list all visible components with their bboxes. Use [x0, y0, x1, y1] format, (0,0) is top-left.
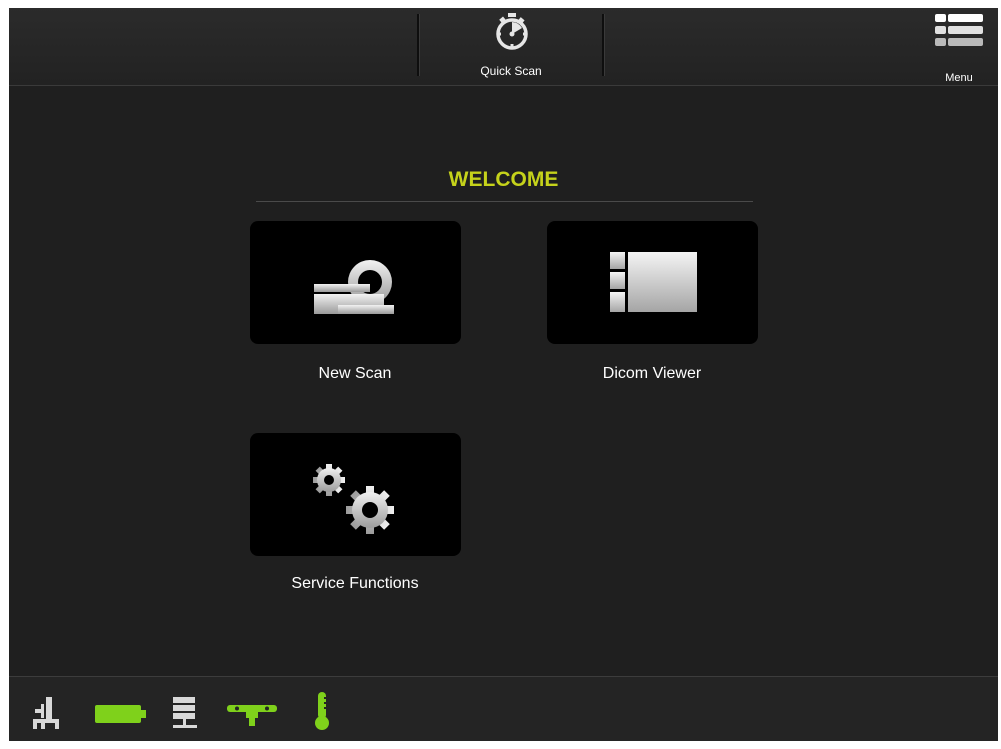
- image-viewer-icon: [610, 252, 697, 312]
- quick-scan-label: Quick Scan: [480, 64, 542, 78]
- gears-icon: [313, 464, 394, 534]
- new-scan-label: New Scan: [318, 365, 392, 382]
- dicom-viewer-label: Dicom Viewer: [602, 365, 702, 382]
- service-functions-button[interactable]: [250, 433, 461, 556]
- cooling-pipe-icon: [227, 705, 277, 726]
- service-functions-label: Service Functions: [291, 575, 419, 592]
- toolbar-divider: [417, 14, 419, 76]
- menu-button[interactable]: Menu: [929, 12, 989, 84]
- status-bar: [9, 676, 998, 741]
- server-network-icon: [173, 697, 197, 728]
- menu-list-icon: [935, 14, 983, 46]
- battery-icon: [95, 705, 146, 723]
- welcome-title: WELCOME: [448, 168, 559, 191]
- top-toolbar: Quick Scan Menu: [9, 8, 998, 86]
- dicom-viewer-button[interactable]: [547, 221, 758, 344]
- menu-label: Menu: [945, 72, 973, 84]
- quick-scan-button[interactable]: Quick Scan: [421, 8, 601, 85]
- toolbar-divider: [602, 14, 604, 76]
- thermometer-icon: [315, 692, 329, 730]
- stopwatch-icon: [496, 13, 528, 50]
- gantry-position-icon: [33, 697, 59, 729]
- app-screen: Quick Scan Menu WELCOME New Scan Dicom V…: [9, 8, 998, 741]
- new-scan-button[interactable]: [250, 221, 461, 344]
- ct-scanner-icon: [314, 260, 394, 314]
- divider: [256, 201, 753, 202]
